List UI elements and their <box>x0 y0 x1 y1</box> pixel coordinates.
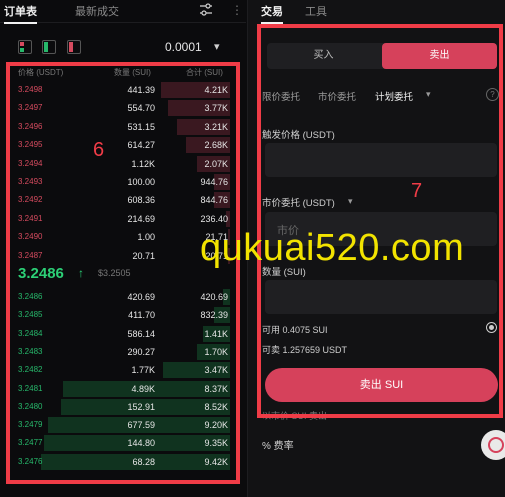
orderbook-tabs: 订单表 最新成交 ⋮ <box>0 0 246 24</box>
tab-latest-trades[interactable]: 最新成交 <box>75 3 119 19</box>
support-chat-icon[interactable] <box>481 430 505 460</box>
annotation-number-6: 6 <box>93 139 105 161</box>
view-both-button[interactable] <box>18 40 32 54</box>
view-asks-button[interactable] <box>67 40 81 54</box>
annotation-box-trade-form <box>257 24 503 418</box>
tab-trade[interactable]: 交易 <box>261 3 283 24</box>
annotation-number-7: 7 <box>411 180 423 202</box>
tab-tools[interactable]: 工具 <box>305 3 327 19</box>
fee-rate[interactable]: % 费率 <box>262 437 294 452</box>
precision-select[interactable]: 0.0001 <box>165 40 202 54</box>
watermark-text: qukuai520.com <box>200 227 465 269</box>
chevron-down-icon[interactable]: ▾ <box>214 40 220 53</box>
settings-sliders-icon[interactable] <box>199 3 213 16</box>
view-bids-button[interactable] <box>42 40 56 54</box>
more-icon[interactable]: ⋮ <box>231 3 243 17</box>
annotation-box-orderbook <box>6 62 240 484</box>
tab-orderbook[interactable]: 订单表 <box>4 3 37 24</box>
